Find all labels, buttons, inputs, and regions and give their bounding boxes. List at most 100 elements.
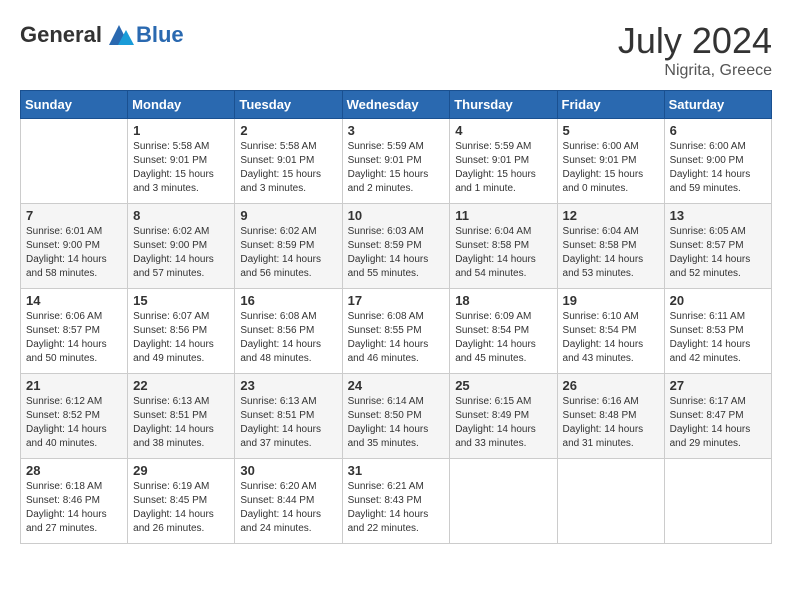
day-detail: Sunrise: 5:59 AMSunset: 9:01 PMDaylight:… [348,140,445,196]
table-row: 19 Sunrise: 6:10 AMSunset: 8:54 PMDayligh… [557,289,664,374]
table-row: 9 Sunrise: 6:02 AMSunset: 8:59 PMDaylight… [235,204,342,289]
day-detail: Sunrise: 6:17 AMSunset: 8:47 PMDaylight:… [670,395,766,451]
table-row: 14 Sunrise: 6:06 AMSunset: 8:57 PMDayligh… [21,289,128,374]
calendar: Sunday Monday Tuesday Wednesday Thursday… [20,90,772,544]
table-row: 8 Sunrise: 6:02 AMSunset: 9:00 PMDaylight… [128,204,235,289]
col-friday: Friday [557,91,664,119]
table-row: 15Sunrise: 6:07 AMSunset: 8:56 PMDayligh… [128,289,235,374]
logo-icon [104,20,134,50]
day-number: 11 [455,208,551,223]
day-detail: Sunrise: 6:00 AMSunset: 9:00 PMDaylight:… [670,140,766,196]
table-row: 3 Sunrise: 5:59 AMSunset: 9:01 PMDaylight… [342,119,450,204]
day-number: 30 [240,463,336,478]
day-number: 31 [348,463,445,478]
calendar-week-5: 28 Sunrise: 6:18 AMSunset: 8:46 PMDayligh… [21,459,772,544]
table-row: 30 Sunrise: 6:20 AMSunset: 8:44 PMDayligh… [235,459,342,544]
table-row: 2Sunrise: 5:58 AMSunset: 9:01 PMDaylight… [235,119,342,204]
calendar-week-1: 1 Sunrise: 5:58 AMSunset: 9:01 PMDaylight… [21,119,772,204]
table-row: 28 Sunrise: 6:18 AMSunset: 8:46 PMDayligh… [21,459,128,544]
day-detail: Sunrise: 6:02 AMSunset: 9:00 PMDaylight:… [133,225,229,281]
table-row: 23Sunrise: 6:13 AMSunset: 8:51 PMDayligh… [235,374,342,459]
day-number: 27 [670,378,766,393]
day-number: 18 [455,293,551,308]
day-detail: Sunrise: 6:20 AMSunset: 8:44 PMDaylight:… [240,480,336,536]
day-number: 22 [133,378,229,393]
table-row [664,459,771,544]
day-detail: Sunrise: 6:18 AMSunset: 8:46 PMDaylight:… [26,480,122,536]
col-wednesday: Wednesday [342,91,450,119]
table-row [21,119,128,204]
col-monday: Monday [128,91,235,119]
day-number: 4 [455,123,551,138]
location: Nigrita, Greece [618,62,772,80]
day-detail: Sunrise: 6:09 AMSunset: 8:54 PMDaylight:… [455,310,551,366]
day-detail: Sunrise: 6:13 AMSunset: 8:51 PMDaylight:… [240,395,336,451]
table-row: 25 Sunrise: 6:15 AMSunset: 8:49 PMDayligh… [450,374,557,459]
calendar-week-2: 7 Sunrise: 6:01 AMSunset: 9:00 PMDaylight… [21,204,772,289]
day-number: 21 [26,378,122,393]
day-detail: Sunrise: 6:00 AMSunset: 9:01 PMDaylight:… [563,140,659,196]
day-number: 9 [240,208,336,223]
day-number: 6 [670,123,766,138]
table-row: 16Sunrise: 6:08 AMSunset: 8:56 PMDayligh… [235,289,342,374]
day-detail: Sunrise: 6:15 AMSunset: 8:49 PMDaylight:… [455,395,551,451]
day-number: 29 [133,463,229,478]
table-row: 12 Sunrise: 6:04 AMSunset: 8:58 PMDayligh… [557,204,664,289]
day-detail: Sunrise: 5:59 AMSunset: 9:01 PMDaylight:… [455,140,551,196]
table-row: 4 Sunrise: 5:59 AMSunset: 9:01 PMDaylight… [450,119,557,204]
table-row: 20Sunrise: 6:11 AMSunset: 8:53 PMDayligh… [664,289,771,374]
day-detail: Sunrise: 6:11 AMSunset: 8:53 PMDaylight:… [670,310,766,366]
day-number: 3 [348,123,445,138]
table-row: 1 Sunrise: 5:58 AMSunset: 9:01 PMDaylight… [128,119,235,204]
day-detail: Sunrise: 6:19 AMSunset: 8:45 PMDaylight:… [133,480,229,536]
day-detail: Sunrise: 6:10 AMSunset: 8:54 PMDaylight:… [563,310,659,366]
col-sunday: Sunday [21,91,128,119]
col-tuesday: Tuesday [235,91,342,119]
table-row: 11 Sunrise: 6:04 AMSunset: 8:58 PMDayligh… [450,204,557,289]
day-detail: Sunrise: 6:16 AMSunset: 8:48 PMDaylight:… [563,395,659,451]
day-number: 24 [348,378,445,393]
day-number: 17 [348,293,445,308]
day-detail: Sunrise: 6:21 AMSunset: 8:43 PMDaylight:… [348,480,445,536]
logo: General Blue [20,20,184,50]
calendar-week-3: 14 Sunrise: 6:06 AMSunset: 8:57 PMDayligh… [21,289,772,374]
day-number: 1 [133,123,229,138]
day-number: 7 [26,208,122,223]
table-row: 10 Sunrise: 6:03 AMSunset: 8:59 PMDayligh… [342,204,450,289]
table-row [450,459,557,544]
day-number: 8 [133,208,229,223]
day-detail: Sunrise: 6:01 AMSunset: 9:00 PMDaylight:… [26,225,122,281]
title-block: July 2024 Nigrita, Greece [618,20,772,80]
table-row: 29 Sunrise: 6:19 AMSunset: 8:45 PMDayligh… [128,459,235,544]
col-saturday: Saturday [664,91,771,119]
day-number: 10 [348,208,445,223]
table-row [557,459,664,544]
day-number: 13 [670,208,766,223]
day-number: 5 [563,123,659,138]
day-detail: Sunrise: 6:04 AMSunset: 8:58 PMDaylight:… [455,225,551,281]
day-detail: Sunrise: 5:58 AMSunset: 9:01 PMDaylight:… [240,140,336,196]
day-detail: Sunrise: 5:58 AMSunset: 9:01 PMDaylight:… [133,140,229,196]
table-row: 7 Sunrise: 6:01 AMSunset: 9:00 PMDaylight… [21,204,128,289]
table-row: 5 Sunrise: 6:00 AMSunset: 9:01 PMDaylight… [557,119,664,204]
table-row: 13Sunrise: 6:05 AMSunset: 8:57 PMDayligh… [664,204,771,289]
day-detail: Sunrise: 6:04 AMSunset: 8:58 PMDaylight:… [563,225,659,281]
table-row: 22Sunrise: 6:13 AMSunset: 8:51 PMDayligh… [128,374,235,459]
page-header: General Blue July 2024 Nigrita, Greece [20,20,772,80]
day-detail: Sunrise: 6:03 AMSunset: 8:59 PMDaylight:… [348,225,445,281]
day-number: 12 [563,208,659,223]
day-detail: Sunrise: 6:12 AMSunset: 8:52 PMDaylight:… [26,395,122,451]
day-number: 19 [563,293,659,308]
table-row: 17Sunrise: 6:08 AMSunset: 8:55 PMDayligh… [342,289,450,374]
day-number: 16 [240,293,336,308]
day-detail: Sunrise: 6:02 AMSunset: 8:59 PMDaylight:… [240,225,336,281]
table-row: 27 Sunrise: 6:17 AMSunset: 8:47 PMDayligh… [664,374,771,459]
month-year: July 2024 [618,20,772,62]
day-number: 25 [455,378,551,393]
day-number: 28 [26,463,122,478]
day-number: 14 [26,293,122,308]
table-row: 6 Sunrise: 6:00 AMSunset: 9:00 PMDaylight… [664,119,771,204]
table-row: 26Sunrise: 6:16 AMSunset: 8:48 PMDayligh… [557,374,664,459]
day-detail: Sunrise: 6:07 AMSunset: 8:56 PMDaylight:… [133,310,229,366]
day-detail: Sunrise: 6:06 AMSunset: 8:57 PMDaylight:… [26,310,122,366]
